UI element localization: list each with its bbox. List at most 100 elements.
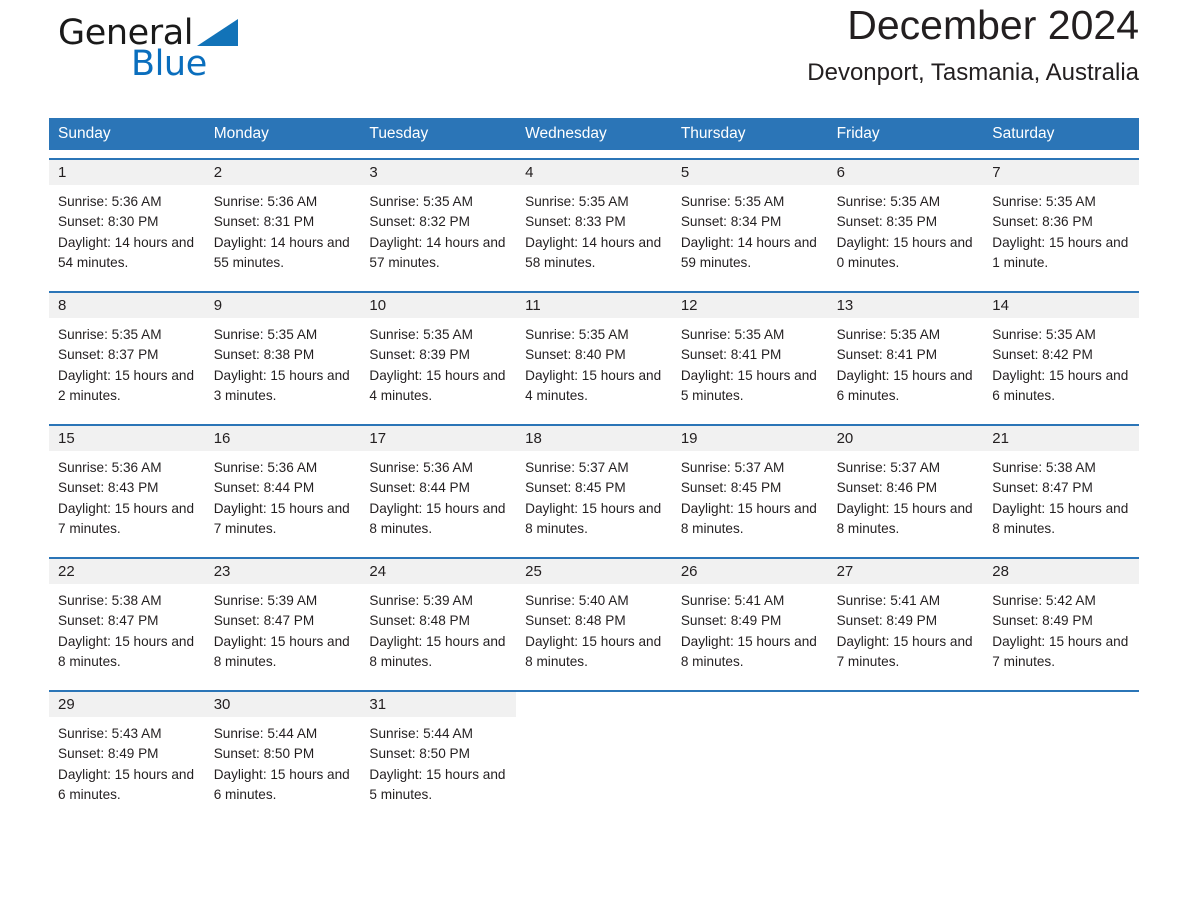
daylight-text: Daylight: 15 hours and 0 minutes. [836, 234, 973, 270]
day-cell[interactable]: Sunrise: 5:35 AM Sunset: 8:39 PM Dayligh… [360, 318, 516, 416]
day-cell[interactable]: Sunrise: 5:35 AM Sunset: 8:40 PM Dayligh… [516, 318, 672, 416]
daylight-text: Daylight: 15 hours and 8 minutes. [213, 633, 350, 669]
day-number[interactable]: 24 [360, 559, 516, 584]
day-number[interactable]: 20 [828, 426, 984, 451]
day-cell[interactable]: Sunrise: 5:36 AM Sunset: 8:30 PM Dayligh… [49, 185, 205, 283]
day-number[interactable]: 6 [828, 160, 984, 185]
daylight-text: Daylight: 15 hours and 7 minutes. [58, 500, 195, 536]
sunrise-text: Sunrise: 5:42 AM [992, 593, 1096, 608]
day-cell[interactable]: Sunrise: 5:44 AM Sunset: 8:50 PM Dayligh… [360, 717, 516, 815]
day-cell[interactable]: Sunrise: 5:42 AM Sunset: 8:49 PM Dayligh… [983, 584, 1139, 682]
day-number[interactable]: 21 [983, 426, 1139, 451]
day-number[interactable]: 7 [983, 160, 1139, 185]
day-cell[interactable]: Sunrise: 5:38 AM Sunset: 8:47 PM Dayligh… [983, 451, 1139, 549]
sunset-text: Sunset: 8:39 PM [369, 347, 470, 363]
sunset-text: Sunset: 8:44 PM [213, 480, 315, 496]
day-cell[interactable]: Sunrise: 5:40 AM Sunset: 8:48 PM Dayligh… [516, 584, 672, 682]
day-cell[interactable]: Sunrise: 5:39 AM Sunset: 8:48 PM Dayligh… [360, 584, 516, 682]
day-number[interactable]: 17 [360, 426, 516, 451]
day-cell[interactable]: Sunrise: 5:38 AM Sunset: 8:47 PM Dayligh… [49, 584, 205, 682]
day-cell[interactable]: Sunrise: 5:37 AM Sunset: 8:45 PM Dayligh… [672, 451, 828, 549]
sunset-text: Sunset: 8:45 PM [525, 480, 626, 496]
sunset-text: Sunset: 8:41 PM [836, 347, 938, 363]
day-cell[interactable]: Sunrise: 5:35 AM Sunset: 8:37 PM Dayligh… [49, 318, 205, 416]
day-cell[interactable]: Sunrise: 5:37 AM Sunset: 8:46 PM Dayligh… [828, 451, 984, 549]
sunset-text: Sunset: 8:36 PM [992, 214, 1093, 230]
day-cell[interactable]: Sunrise: 5:35 AM Sunset: 8:41 PM Dayligh… [672, 318, 828, 416]
day-number[interactable]: 15 [49, 426, 205, 451]
sunrise-text: Sunrise: 5:35 AM [680, 327, 785, 342]
daylight-text: Daylight: 15 hours and 8 minutes. [680, 633, 817, 669]
day-number[interactable]: 14 [983, 293, 1139, 318]
sunset-text: Sunset: 8:34 PM [680, 214, 782, 230]
day-number[interactable]: 30 [205, 692, 361, 717]
day-number[interactable]: 2 [205, 160, 361, 185]
day-number[interactable]: 8 [49, 293, 205, 318]
day-cell[interactable]: Sunrise: 5:41 AM Sunset: 8:49 PM Dayligh… [828, 584, 984, 682]
sunrise-text: Sunrise: 5:35 AM [992, 327, 1096, 342]
day-number[interactable]: 22 [49, 559, 205, 584]
sunrise-text: Sunrise: 5:37 AM [525, 460, 629, 475]
week-daynum-band: 8 9 10 11 12 13 14 [49, 293, 1139, 318]
day-number[interactable]: 29 [49, 692, 205, 717]
day-number[interactable]: 1 [49, 160, 205, 185]
sunset-text: Sunset: 8:41 PM [680, 347, 782, 363]
day-cell[interactable]: Sunrise: 5:41 AM Sunset: 8:49 PM Dayligh… [672, 584, 828, 682]
sunset-text: Sunset: 8:31 PM [213, 214, 315, 230]
day-cell[interactable]: Sunrise: 5:39 AM Sunset: 8:47 PM Dayligh… [205, 584, 361, 682]
day-cell[interactable]: Sunrise: 5:36 AM Sunset: 8:44 PM Dayligh… [360, 451, 516, 549]
day-cell[interactable]: Sunrise: 5:35 AM Sunset: 8:41 PM Dayligh… [828, 318, 984, 416]
day-number[interactable]: 31 [360, 692, 516, 717]
day-number[interactable]: 9 [205, 293, 361, 318]
day-number[interactable]: 4 [516, 160, 672, 185]
day-cell[interactable]: Sunrise: 5:35 AM Sunset: 8:36 PM Dayligh… [983, 185, 1139, 283]
day-cell[interactable]: Sunrise: 5:43 AM Sunset: 8:49 PM Dayligh… [49, 717, 205, 815]
daylight-text: Daylight: 14 hours and 58 minutes. [525, 234, 662, 270]
sunset-text: Sunset: 8:48 PM [369, 613, 470, 629]
sunrise-text: Sunrise: 5:37 AM [680, 460, 785, 475]
day-cell[interactable]: Sunrise: 5:37 AM Sunset: 8:45 PM Dayligh… [516, 451, 672, 549]
sunrise-text: Sunrise: 5:43 AM [58, 726, 162, 741]
sunrise-text: Sunrise: 5:36 AM [58, 460, 162, 475]
day-number[interactable]: 23 [205, 559, 361, 584]
day-number[interactable]: 5 [672, 160, 828, 185]
day-number[interactable]: 11 [516, 293, 672, 318]
day-number[interactable]: 10 [360, 293, 516, 318]
day-cell[interactable]: Sunrise: 5:36 AM Sunset: 8:43 PM Dayligh… [49, 451, 205, 549]
sunset-text: Sunset: 8:49 PM [58, 746, 159, 762]
day-cell[interactable]: Sunrise: 5:36 AM Sunset: 8:31 PM Dayligh… [205, 185, 361, 283]
day-cell[interactable]: Sunrise: 5:36 AM Sunset: 8:44 PM Dayligh… [205, 451, 361, 549]
daylight-text: Daylight: 15 hours and 2 minutes. [58, 367, 195, 403]
sunset-text: Sunset: 8:49 PM [992, 613, 1093, 629]
sunrise-text: Sunrise: 5:40 AM [525, 593, 629, 608]
day-number[interactable]: 12 [672, 293, 828, 318]
day-cell-empty [672, 717, 828, 815]
sunset-text: Sunset: 8:49 PM [680, 613, 782, 629]
sunrise-text: Sunrise: 5:35 AM [836, 194, 941, 209]
day-cell[interactable]: Sunrise: 5:35 AM Sunset: 8:35 PM Dayligh… [828, 185, 984, 283]
day-number[interactable]: 16 [205, 426, 361, 451]
day-cell[interactable]: Sunrise: 5:35 AM Sunset: 8:38 PM Dayligh… [205, 318, 361, 416]
day-number[interactable]: 18 [516, 426, 672, 451]
day-number[interactable]: 28 [983, 559, 1139, 584]
day-cell[interactable]: Sunrise: 5:35 AM Sunset: 8:32 PM Dayligh… [360, 185, 516, 283]
day-cell[interactable]: Sunrise: 5:35 AM Sunset: 8:33 PM Dayligh… [516, 185, 672, 283]
day-cell[interactable]: Sunrise: 5:35 AM Sunset: 8:42 PM Dayligh… [983, 318, 1139, 416]
sunrise-text: Sunrise: 5:44 AM [213, 726, 318, 741]
daylight-text: Daylight: 15 hours and 8 minutes. [525, 633, 662, 669]
day-number[interactable]: 13 [828, 293, 984, 318]
calendar-week-row: 22 23 24 25 26 27 28 Sunrise: 5:38 AM Su… [49, 557, 1139, 682]
sunrise-text: Sunrise: 5:37 AM [836, 460, 941, 475]
day-cell[interactable]: Sunrise: 5:44 AM Sunset: 8:50 PM Dayligh… [205, 717, 361, 815]
day-number[interactable]: 25 [516, 559, 672, 584]
day-number[interactable]: 3 [360, 160, 516, 185]
day-cell[interactable]: Sunrise: 5:35 AM Sunset: 8:34 PM Dayligh… [672, 185, 828, 283]
day-number[interactable]: 19 [672, 426, 828, 451]
sunrise-text: Sunrise: 5:44 AM [369, 726, 473, 741]
generalblue-logo[interactable]: General Blue [49, 7, 349, 103]
day-number[interactable]: 26 [672, 559, 828, 584]
sunset-text: Sunset: 8:46 PM [836, 480, 938, 496]
day-number-empty [516, 692, 672, 717]
day-number[interactable]: 27 [828, 559, 984, 584]
week-daynum-band: 1 2 3 4 5 6 7 [49, 160, 1139, 185]
